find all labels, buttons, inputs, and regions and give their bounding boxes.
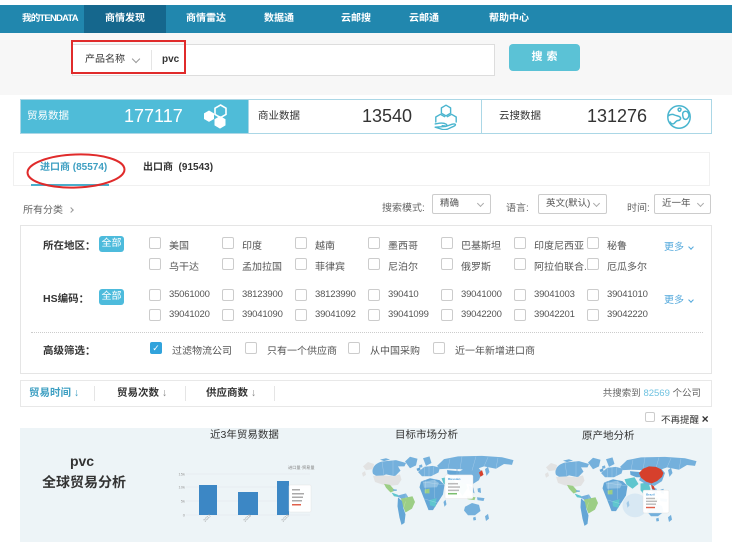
svg-text:5k: 5k: [181, 499, 185, 504]
svg-text:15k: 15k: [179, 472, 185, 477]
svg-text:0: 0: [183, 513, 186, 518]
svg-text:进口量·贸易量: 进口量·贸易量: [288, 464, 315, 471]
svg-text:Russian: Russian: [448, 477, 460, 481]
svg-text:10k: 10k: [179, 485, 185, 490]
svg-text:Brazil: Brazil: [646, 492, 655, 496]
